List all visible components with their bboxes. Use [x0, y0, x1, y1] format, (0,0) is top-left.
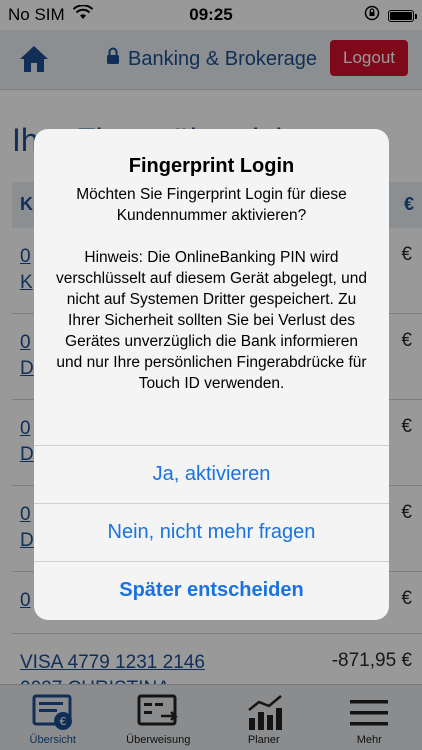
fingerprint-alert: Fingerprint Login Möchten Sie Fingerprin…: [34, 129, 389, 620]
activate-button[interactable]: Ja, aktivieren: [34, 445, 389, 503]
decide-later-button[interactable]: Später entscheiden: [34, 561, 389, 619]
alert-title: Fingerprint Login: [128, 155, 295, 177]
alert-message: Möchten Sie Fingerprint Login für diese …: [55, 186, 368, 392]
never-ask-button[interactable]: Nein, nicht mehr fragen: [34, 503, 389, 561]
alert-body: Fingerprint Login Möchten Sie Fingerprin…: [34, 129, 389, 445]
